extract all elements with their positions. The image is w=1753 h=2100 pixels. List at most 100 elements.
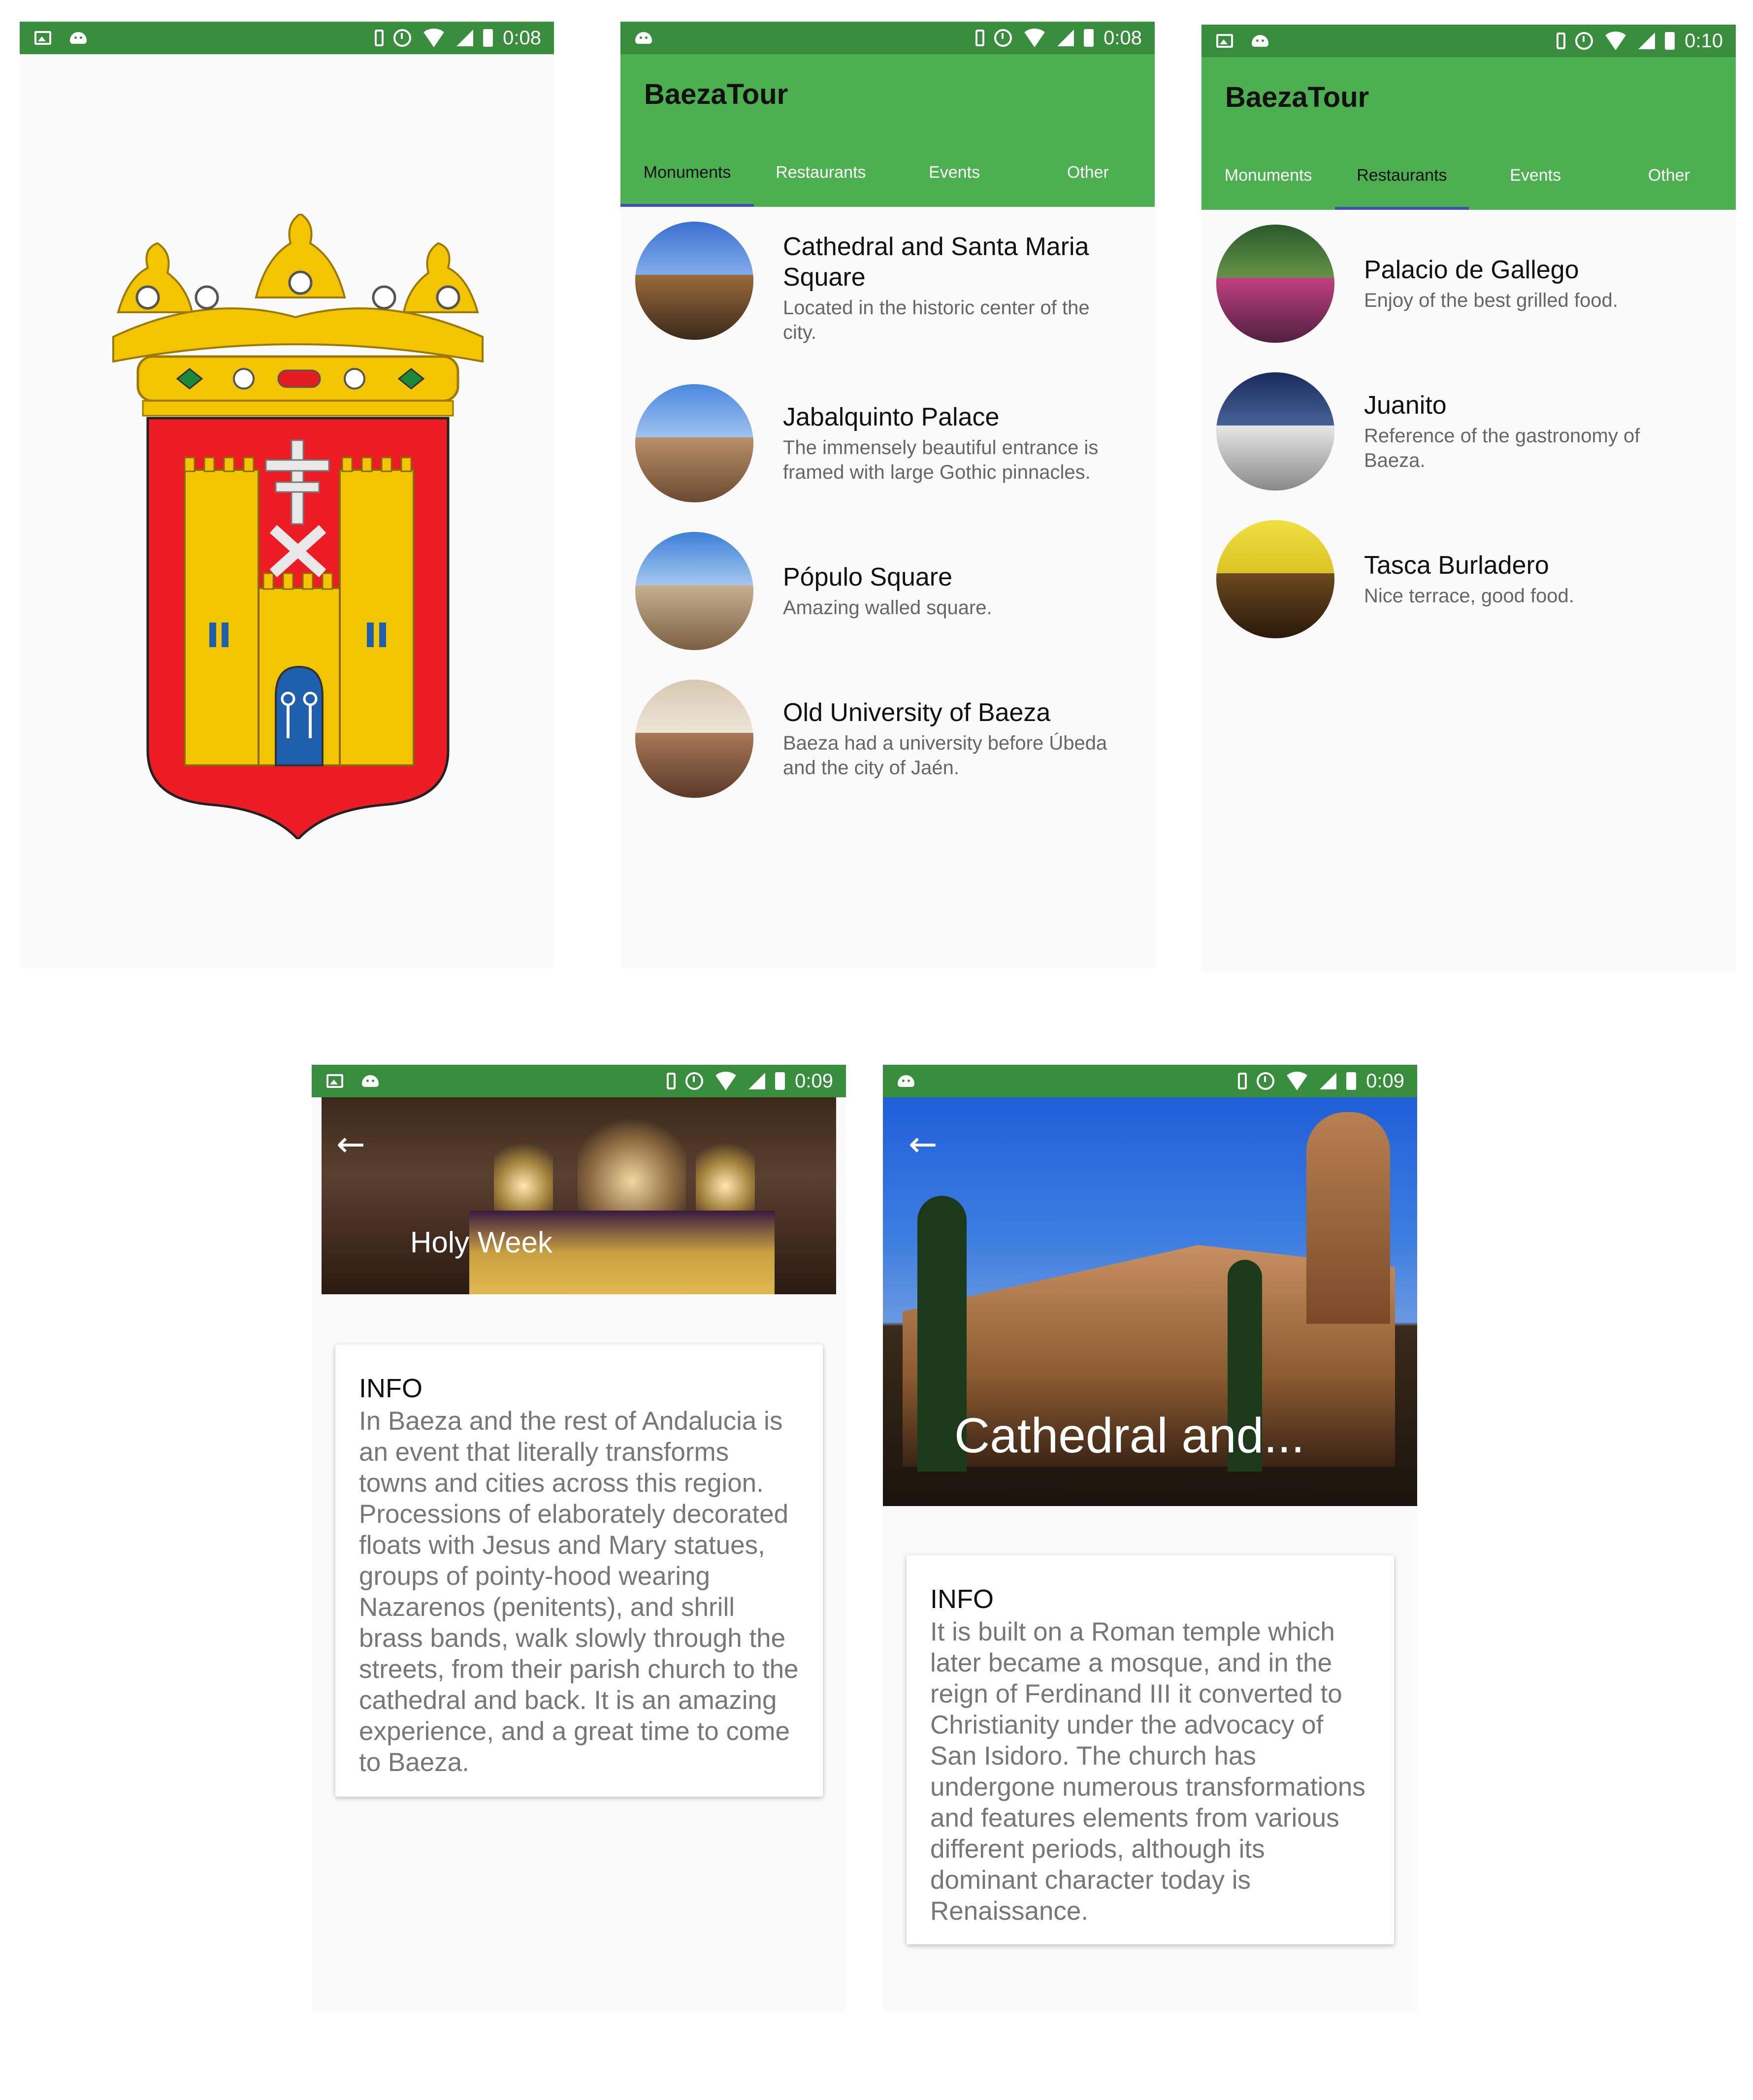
app-bar: BaezaTour: [1201, 57, 1736, 141]
item-description: The immensely beautiful entrance is fram…: [783, 437, 1099, 483]
item-title: Tasca Burladero: [1364, 551, 1549, 580]
image-notification-icon: [34, 31, 51, 45]
hero-title: Cathedral and...: [954, 1408, 1305, 1463]
wifi-icon: [1284, 1072, 1310, 1090]
item-description: Amazing walled square.: [783, 597, 992, 619]
vibrate-icon: [667, 1073, 676, 1089]
splash-screen: 0:08: [20, 22, 554, 967]
alarm-icon: [1257, 1072, 1275, 1090]
status-bar: 0:08: [20, 22, 554, 54]
android-notification-icon: [635, 32, 652, 44]
list-item[interactable]: Cathedral and Santa Maria Square Located…: [620, 207, 1155, 369]
info-card: INFO In Baeza and the rest of Andalucia …: [335, 1345, 823, 1797]
tab-other[interactable]: Other: [1602, 141, 1736, 210]
cathedral-detail-screen: 0:09 ← Cathedral and... INFO It is built…: [883, 1065, 1417, 2011]
battery-icon: [483, 29, 493, 47]
signal-icon: [748, 1073, 766, 1089]
hero-image: ← Holy Week: [322, 1097, 836, 1294]
item-title: Juanito: [1364, 391, 1447, 420]
wifi-icon: [713, 1072, 739, 1090]
status-bar: 0:08: [620, 22, 1155, 54]
tab-restaurants[interactable]: Restaurants: [1335, 141, 1469, 210]
item-title: Cathedral and Santa Maria Square: [783, 232, 1089, 292]
restaurants-screen: 0:10 BaezaTour Monuments Restaurants Eve…: [1201, 25, 1736, 971]
android-notification-icon: [70, 32, 87, 44]
tab-restaurants[interactable]: Restaurants: [754, 138, 887, 207]
monuments-screen: 0:08 BaezaTour Monuments Restaurants Eve…: [620, 22, 1155, 967]
tab-events[interactable]: Events: [1469, 141, 1602, 210]
hero-image: ← Cathedral and...: [883, 1097, 1417, 1506]
signal-icon: [1638, 33, 1656, 49]
status-time: 0:08: [503, 27, 541, 49]
card-body: It is built on a Roman temple which late…: [930, 1617, 1365, 1926]
tab-events[interactable]: Events: [888, 138, 1021, 207]
tab-other[interactable]: Other: [1021, 138, 1155, 207]
list-item[interactable]: Jabalquinto Palace The immensely beautif…: [620, 369, 1155, 517]
status-bar: 0:10: [1201, 25, 1736, 57]
tab-monuments[interactable]: Monuments: [1201, 141, 1335, 210]
android-notification-icon: [898, 1075, 914, 1087]
status-bar: 0:09: [883, 1065, 1417, 1097]
status-time: 0:08: [1104, 27, 1142, 49]
baeza-coat-of-arms-logo: [112, 214, 484, 839]
restaurant-thumbnail: [1216, 520, 1334, 638]
wifi-icon: [421, 29, 447, 47]
restaurant-thumbnail: [1216, 225, 1334, 343]
hero-title: Holy Week: [410, 1226, 552, 1259]
image-notification-icon: [1216, 34, 1233, 48]
tab-monuments[interactable]: Monuments: [620, 138, 754, 207]
item-title: Palacio de Gallego: [1364, 256, 1579, 284]
item-description: Located in the historic center of the ci…: [783, 297, 1090, 343]
item-title: Pópulo Square: [783, 563, 953, 591]
wifi-icon: [1022, 29, 1048, 47]
list-item[interactable]: Palacio de Gallego Enjoy of the best gri…: [1201, 210, 1736, 358]
item-description: Baeza had a university before Úbeda and …: [783, 732, 1107, 779]
vibrate-icon: [375, 30, 384, 46]
vibrate-icon: [1238, 1073, 1247, 1089]
alarm-icon: [1575, 32, 1593, 50]
battery-icon: [1084, 29, 1094, 47]
item-title: Old University of Baeza: [783, 698, 1051, 727]
image-notification-icon: [326, 1074, 343, 1088]
restaurants-list: Palacio de Gallego Enjoy of the best gri…: [1201, 210, 1736, 653]
card-title: INFO: [930, 1584, 994, 1614]
monument-thumbnail: [635, 680, 753, 798]
battery-icon: [1665, 32, 1675, 50]
battery-icon: [775, 1072, 785, 1090]
back-arrow-icon[interactable]: ←: [336, 1127, 365, 1161]
signal-icon: [456, 30, 474, 46]
list-item[interactable]: Tasca Burladero Nice terrace, good food.: [1201, 505, 1736, 653]
item-description: Nice terrace, good food.: [1364, 585, 1574, 607]
app-title: BaezaTour: [644, 78, 788, 110]
crown: [112, 214, 484, 417]
monument-thumbnail: [635, 532, 753, 650]
app-bar: BaezaTour: [620, 54, 1155, 138]
card-body: In Baeza and the rest of Andalucia is an…: [359, 1407, 799, 1777]
monument-thumbnail: [635, 384, 753, 502]
signal-icon: [1320, 1073, 1337, 1089]
back-arrow-icon[interactable]: ←: [909, 1127, 938, 1161]
list-item[interactable]: Juanito Reference of the gastronomy of B…: [1201, 358, 1736, 505]
alarm-icon: [685, 1072, 704, 1090]
monuments-list: Cathedral and Santa Maria Square Located…: [620, 207, 1155, 813]
item-description: Enjoy of the best grilled food.: [1364, 290, 1618, 311]
holy-week-detail-screen: 0:09 ← Holy Week INFO In Baeza and the r…: [312, 1065, 846, 2011]
battery-icon: [1346, 1072, 1357, 1090]
android-notification-icon: [1252, 35, 1268, 47]
alarm-icon: [994, 29, 1012, 47]
list-item[interactable]: Pópulo Square Amazing walled square.: [620, 517, 1155, 665]
android-notification-icon: [362, 1075, 379, 1087]
list-item[interactable]: Old University of Baeza Baeza had a univ…: [620, 665, 1155, 813]
item-description: Reference of the gastronomy of Baeza.: [1364, 425, 1640, 471]
card-title: INFO: [359, 1374, 422, 1403]
status-time: 0:10: [1685, 30, 1723, 52]
signal-icon: [1057, 30, 1074, 46]
tab-bar: Monuments Restaurants Events Other: [1201, 141, 1736, 210]
restaurant-thumbnail: [1216, 372, 1334, 491]
vibrate-icon: [1557, 33, 1566, 49]
status-bar: 0:09: [312, 1065, 846, 1097]
status-time: 0:09: [1366, 1070, 1404, 1092]
status-time: 0:09: [795, 1070, 833, 1092]
monument-thumbnail: [635, 222, 753, 340]
tab-bar: Monuments Restaurants Events Other: [620, 138, 1155, 207]
